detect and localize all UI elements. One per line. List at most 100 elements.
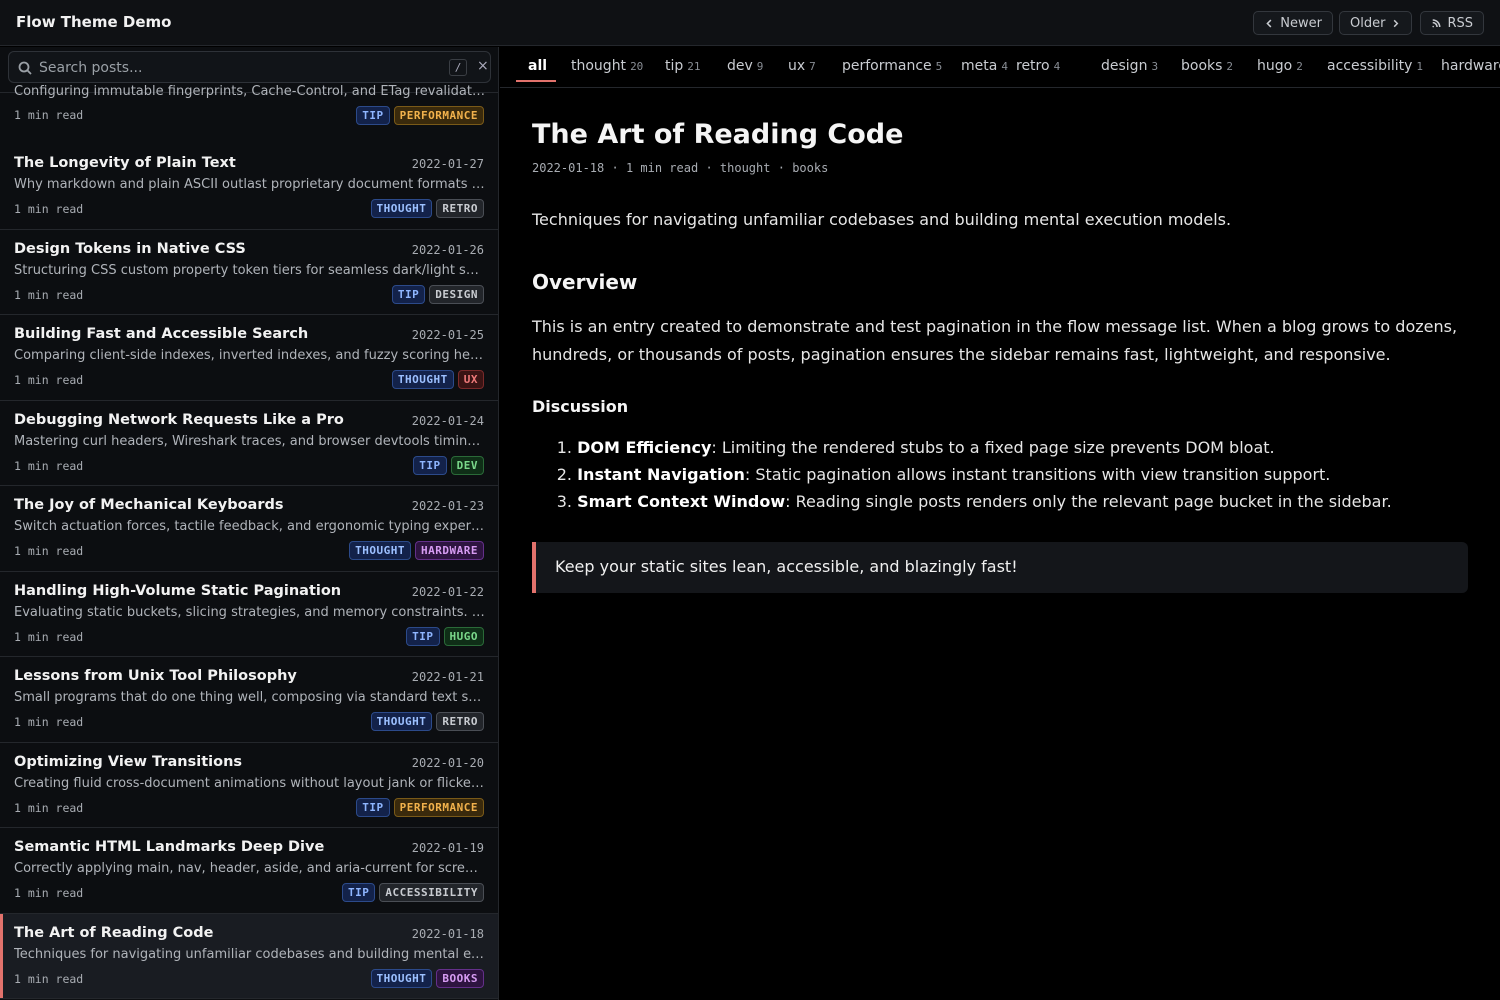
tab-thought[interactable]: thought 20 [571, 58, 643, 74]
post-description: Evaluating static buckets, slicing strat… [14, 604, 485, 620]
rss-icon [1432, 18, 1441, 27]
tag-badge[interactable]: DEV [450, 455, 484, 475]
article-tag-link[interactable]: books [792, 161, 828, 175]
list-item[interactable]: Debugging Network Requests Like a Pro 202… [0, 401, 498, 486]
list-number: 2. [556, 465, 572, 484]
post-date: 2022-01-23 [411, 499, 484, 513]
list-item[interactable]: Semantic HTML Landmarks Deep Dive 2022-01… [0, 828, 498, 914]
post-title: The Longevity of Plain Text [14, 155, 236, 171]
list-item[interactable]: Configuring immutable fingerprints, Cach… [0, 47, 498, 125]
tag-badge[interactable]: THOUGHT [370, 968, 433, 988]
article-meta: 2022-01-18 · 1 min read · thought · book… [532, 161, 828, 175]
app-title[interactable]: Flow Theme Demo [16, 13, 171, 31]
list-item[interactable]: The Art of Reading Code 2022-01-18 Techniq… [0, 913, 498, 999]
tab-count: 7 [809, 60, 816, 73]
meta-separator: · [777, 161, 785, 175]
list-item[interactable]: Lessons from Unix Tool Philosophy 2022-01… [0, 657, 498, 743]
tab-books[interactable]: books 2 [1181, 58, 1233, 74]
tab-design[interactable]: design 3 [1101, 58, 1158, 74]
list-item[interactable]: Building Fast and Accessible Search 2022-… [0, 315, 498, 401]
post-tags: TIP PERFORMANCE [356, 797, 484, 817]
tag-badge[interactable]: THOUGHT [349, 541, 412, 560]
tag-badge[interactable]: THOUGHT [370, 199, 433, 218]
post-read-time: 1 min read [14, 202, 84, 216]
tag-badge[interactable]: TIP [356, 797, 390, 817]
tag-badge[interactable]: PERFORMANCE [393, 797, 484, 817]
tab-hugo[interactable]: hugo 2 [1257, 58, 1303, 74]
tab-hardware[interactable]: hardware [1441, 58, 1500, 74]
list-item[interactable]: The Longevity of Plain Text 2022-01-27 Why… [0, 144, 498, 230]
tab-all[interactable]: all [528, 58, 547, 74]
post-read-time: 1 min read [14, 629, 84, 644]
tag-badge[interactable]: RETRO [436, 712, 484, 731]
tag-badge[interactable]: THOUGHT [370, 712, 433, 731]
chevron-right-icon [1394, 19, 1399, 27]
post-description: Mastering curl headers, Wireshark traces… [14, 433, 485, 449]
tag-badge[interactable]: THOUGHT [391, 370, 454, 389]
post-read-time: 1 min read [14, 800, 84, 815]
rss-button[interactable]: RSS [1420, 11, 1484, 35]
post-date: 2022-01-20 [411, 755, 484, 770]
post-date: 2022-01-25 [411, 328, 484, 342]
post-description: Configuring immutable fingerprints, Cach… [14, 84, 485, 99]
article-intro: Techniques for navigating unfamiliar cod… [532, 210, 1232, 229]
post-title: Optimizing View Transitions [14, 753, 243, 770]
post-date: 2022-01-19 [411, 841, 484, 855]
tab-label: ux [788, 58, 806, 74]
article-tag-link[interactable]: thought [720, 161, 771, 175]
post-read-time: 1 min read [14, 458, 84, 473]
tab-label: tip [665, 58, 684, 74]
tab-label: design [1101, 58, 1148, 74]
tab-tip[interactable]: tip 21 [665, 58, 701, 74]
tab-ux[interactable]: ux 7 [788, 58, 816, 74]
tab-dev[interactable]: dev 9 [727, 58, 763, 74]
newer-button[interactable]: Newer [1253, 11, 1333, 35]
list-item[interactable]: Optimizing View Transitions 2022-01-20 Cre… [0, 743, 498, 828]
tab-count: 4 [1053, 60, 1061, 73]
tag-badge[interactable]: ACCESSIBILITY [379, 883, 484, 902]
tag-badge[interactable]: TIP [391, 284, 426, 304]
tab-retro[interactable]: retro 4 [1016, 58, 1060, 74]
post-description: Structuring CSS custom property token ti… [14, 262, 485, 278]
tab-count: 1 [1416, 60, 1424, 73]
post-date: 2022-01-26 [411, 242, 484, 257]
tag-badge[interactable]: RETRO [436, 199, 484, 218]
newer-label: Newer [1280, 15, 1322, 31]
sidebar: / × Configuring immutable fingerprints, … [0, 47, 499, 1000]
tag-badge[interactable]: DESIGN [429, 284, 484, 304]
blockquote: Keep your static sites lean, accessible,… [532, 542, 1468, 593]
list-entry: 3. Smart Context Window: Reading single … [532, 492, 1468, 519]
post-date: 2022-01-22 [411, 584, 484, 599]
tab-count: 9 [756, 60, 764, 73]
list-item[interactable]: Design Tokens in Native CSS 2022-01-26 Str… [0, 230, 498, 315]
post-tags: TIP PERFORMANCE [356, 106, 484, 125]
article-paragraph: This is an entry created to demonstrate … [532, 317, 1458, 364]
post-read-time: 1 min read [14, 544, 84, 558]
tag-badge[interactable]: BOOKS [436, 968, 484, 988]
post-description: Comparing client-side indexes, inverted … [14, 348, 485, 363]
post-title: Lessons from Unix Tool Philosophy [14, 668, 297, 684]
list-item[interactable]: The Joy of Mechanical Keyboards 2022-01-2… [0, 486, 498, 572]
list-entry: 1. DOM Efficiency: Limiting the rendered… [532, 438, 1468, 465]
older-button[interactable]: Older [1339, 11, 1412, 35]
post-read-time: 1 min read [14, 886, 84, 900]
tag-badge[interactable]: HARDWARE [415, 541, 484, 560]
post-title: Design Tokens in Native CSS [14, 240, 246, 257]
tab-meta[interactable]: meta 4 [961, 58, 1008, 74]
post-title: Building Fast and Accessible Search [14, 326, 309, 342]
tag-badge[interactable]: UX [457, 370, 484, 389]
post-read-time: 1 min read [14, 373, 84, 387]
tab-label: dev [727, 58, 753, 74]
tab-count: 4 [1001, 60, 1008, 73]
post-tags: THOUGHT UX [391, 370, 484, 389]
article-date: 2022-01-18 [532, 161, 605, 175]
list-item[interactable]: Handling High-Volume Static Pagination 20… [0, 572, 498, 657]
tag-badge[interactable]: HUGO [443, 626, 484, 646]
tag-badge[interactable]: TIP [413, 455, 447, 475]
tag-badge[interactable]: TIP [356, 106, 390, 125]
tag-badge[interactable]: TIP [406, 626, 440, 646]
tab-performance[interactable]: performance 5 [842, 58, 942, 74]
tab-accessibility[interactable]: accessibility 1 [1327, 58, 1423, 74]
tag-badge[interactable]: PERFORMANCE [393, 106, 484, 125]
tag-badge[interactable]: TIP [342, 883, 376, 902]
